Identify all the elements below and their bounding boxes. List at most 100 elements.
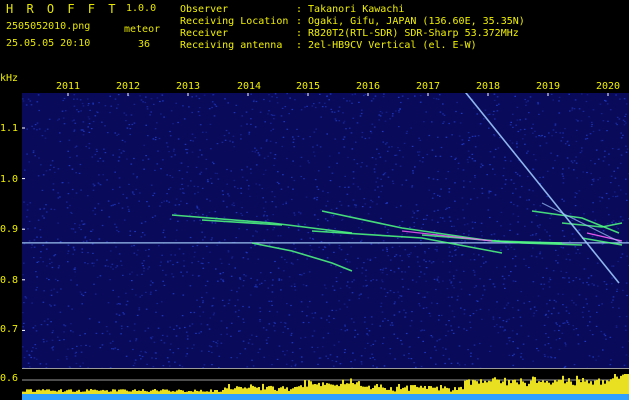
strip-bar xyxy=(336,384,338,394)
noise-speck xyxy=(202,267,205,269)
strip-bar xyxy=(192,391,194,394)
noise-speck xyxy=(202,302,204,304)
strip-bar xyxy=(452,390,454,394)
noise-speck xyxy=(120,152,123,154)
noise-speck xyxy=(468,139,470,141)
noise-speck xyxy=(346,253,349,255)
noise-speck xyxy=(500,211,503,213)
noise-speck xyxy=(321,346,324,348)
noise-speck xyxy=(63,123,66,125)
strip-bar xyxy=(358,381,360,394)
noise-speck xyxy=(401,271,403,273)
noise-speck xyxy=(214,211,217,213)
noise-speck xyxy=(344,175,346,177)
noise-speck xyxy=(603,156,606,158)
noise-speck xyxy=(138,307,141,309)
strip-bar xyxy=(608,381,610,394)
noise-speck xyxy=(359,115,362,117)
noise-speck xyxy=(114,223,116,225)
strip-bar xyxy=(350,378,352,394)
noise-speck xyxy=(514,255,517,257)
noise-speck xyxy=(448,255,451,257)
noise-speck xyxy=(558,348,561,351)
noise-speck xyxy=(141,355,144,358)
noise-speck xyxy=(263,239,266,241)
noise-speck xyxy=(430,357,432,359)
strip-bar xyxy=(92,389,94,394)
noise-speck xyxy=(512,192,514,194)
noise-speck xyxy=(583,268,586,270)
noise-speck xyxy=(250,93,252,95)
noise-speck xyxy=(143,168,145,170)
noise-speck xyxy=(363,262,365,264)
noise-speck xyxy=(278,183,280,185)
noise-speck xyxy=(257,351,260,354)
noise-speck xyxy=(557,262,559,264)
y-tick-label: 1.1 xyxy=(0,123,19,134)
noise-speck xyxy=(368,137,371,139)
noise-speck xyxy=(564,143,567,145)
noise-speck xyxy=(141,294,143,296)
noise-speck xyxy=(311,312,314,314)
noise-speck xyxy=(544,314,547,316)
noise-speck xyxy=(393,333,395,335)
noise-speck xyxy=(175,335,178,337)
strip-bar xyxy=(548,382,550,394)
noise-speck xyxy=(351,94,354,96)
noise-speck xyxy=(486,174,488,176)
noise-speck xyxy=(457,295,459,297)
noise-speck xyxy=(228,132,230,134)
noise-speck xyxy=(582,171,585,173)
noise-speck xyxy=(108,216,111,218)
noise-speck xyxy=(487,114,489,116)
noise-speck xyxy=(505,304,508,306)
noise-speck xyxy=(180,271,182,273)
noise-speck xyxy=(261,187,263,190)
strip-bar xyxy=(180,390,182,394)
noise-speck xyxy=(191,212,193,214)
noise-speck xyxy=(417,151,419,153)
strip-bar xyxy=(56,391,58,394)
noise-speck xyxy=(67,252,69,255)
noise-speck xyxy=(96,276,99,278)
noise-speck xyxy=(205,131,207,133)
noise-speck xyxy=(175,239,177,241)
noise-speck xyxy=(406,232,408,234)
strip-bar xyxy=(126,390,128,394)
noise-speck xyxy=(535,256,538,258)
noise-speck xyxy=(428,312,431,314)
noise-speck xyxy=(471,135,474,137)
noise-speck xyxy=(33,239,36,241)
noise-speck xyxy=(431,121,433,123)
noise-speck xyxy=(273,114,276,116)
noise-speck xyxy=(513,248,516,250)
noise-speck xyxy=(502,175,505,177)
noise-speck xyxy=(503,307,506,309)
noise-speck xyxy=(496,96,499,98)
noise-speck xyxy=(52,183,55,185)
noise-speck xyxy=(374,257,377,259)
noise-speck xyxy=(166,357,169,359)
noise-speck xyxy=(118,253,121,255)
noise-speck xyxy=(549,277,551,279)
noise-speck xyxy=(457,168,459,170)
strip-bar xyxy=(506,385,508,394)
noise-speck xyxy=(599,200,601,202)
noise-speck xyxy=(142,265,144,267)
noise-speck xyxy=(391,246,394,248)
noise-speck xyxy=(505,321,508,323)
strip-bar xyxy=(186,391,188,394)
noise-speck xyxy=(240,138,242,140)
noise-speck xyxy=(246,229,248,231)
noise-speck xyxy=(168,151,170,153)
noise-speck xyxy=(32,327,35,329)
noise-speck xyxy=(453,225,455,227)
noise-speck xyxy=(178,170,181,172)
noise-speck xyxy=(586,281,588,284)
noise-speck xyxy=(112,340,114,342)
noise-speck xyxy=(352,183,355,185)
noise-speck xyxy=(139,192,141,194)
noise-speck xyxy=(253,99,255,101)
noise-speck xyxy=(187,185,189,187)
noise-speck xyxy=(611,283,613,285)
